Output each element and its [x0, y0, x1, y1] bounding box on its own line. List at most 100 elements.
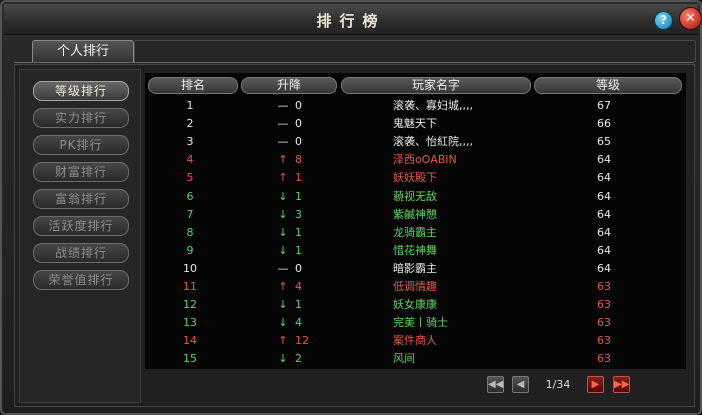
category-battle-record-button[interactable]: 战绩排行	[33, 243, 129, 263]
title-bar[interactable]: 排行榜	[4, 4, 698, 35]
category-honor-button[interactable]: 荣誉值排行	[33, 270, 129, 290]
ranking-table: 排名 升降 玩家名字 等级 1—0 滚袭、寡妇城,,,, 67 2—0 鬼魅天下 66 3—…	[145, 73, 686, 369]
rank-cell: 5	[186, 171, 194, 185]
header-level[interactable]: 等级	[534, 77, 682, 94]
table-row[interactable]: 15 ↓ 2 风间 63	[145, 350, 686, 367]
level-cell: 63	[597, 334, 611, 348]
player-name-cell: 泽西oOABIN	[393, 153, 457, 167]
header-rank[interactable]: 排名	[148, 77, 238, 94]
change-value-cell: 0	[295, 261, 302, 275]
change-arrow-icon: ↑	[278, 153, 288, 167]
table-row[interactable]: 9 ↓ 1 惜花神舞 64	[145, 242, 686, 259]
category-strength-button[interactable]: 实力排行	[33, 108, 129, 128]
category-pk-button[interactable]: PK排行	[33, 135, 129, 155]
player-name-cell: 龙骑霸主	[393, 225, 437, 239]
change-value-cell: 1	[295, 189, 302, 203]
player-name-cell: 滚袭、寡妇城,,,,	[393, 99, 473, 112]
change-value-cell: 2	[295, 352, 302, 366]
category-sidebar: 等级排行 实力排行 PK排行 财富排行 富翁排行 活跃度排行 战绩排行 荣誉值排…	[19, 69, 141, 403]
change-value-cell: 1	[295, 171, 302, 185]
tab-personal-ranking[interactable]: 个人排行	[32, 40, 134, 62]
table-row[interactable]: 7 ↓ 3 紫鹹神憩 64	[145, 206, 686, 223]
rank-cell: 3	[186, 135, 194, 149]
table-row[interactable]: 13 ↓ 4 完美丨骑士 63	[145, 314, 686, 331]
change-arrow-icon: —	[277, 135, 289, 149]
table-row[interactable]: 1 — 0 滚袭、寡妇城,,,, 67	[145, 97, 686, 114]
table-row[interactable]: 8 ↓ 1 龙骑霸主 64	[145, 224, 686, 241]
header-player-name[interactable]: 玩家名字	[341, 77, 531, 94]
next-page-button[interactable]: ▶	[587, 376, 604, 393]
level-cell: 64	[597, 207, 611, 221]
table-row[interactable]: 12 ↓ 1 妖女康康 63	[145, 296, 686, 313]
window-title: 排行榜	[316, 12, 386, 30]
change-arrow-icon: ↓	[278, 316, 288, 330]
player-name-cell: 完美丨骑士	[393, 316, 448, 330]
rank-cell: 10	[183, 261, 197, 275]
change-value-cell: 1	[295, 225, 302, 239]
rank-cell: 15	[183, 352, 197, 366]
rank-cell: 8	[186, 225, 194, 239]
rank-cell: 1	[186, 99, 194, 112]
change-arrow-icon: ↑	[278, 171, 288, 185]
player-name-cell: 紫鹹神憩	[393, 207, 437, 221]
change-arrow-icon: ↓	[278, 352, 288, 366]
close-button[interactable]: ✕	[679, 7, 702, 30]
first-page-button[interactable]: ◀◀	[487, 376, 504, 393]
table-row[interactable]: 5 ↑ 1 妖妖殿下 64	[145, 169, 686, 186]
table-row[interactable]: 6 ↓ 1 藐视无敌 64	[145, 188, 686, 205]
change-arrow-icon: ↓	[278, 298, 288, 312]
change-value-cell: 12	[295, 334, 309, 348]
table-row[interactable]: 14 ↑ 12 案件商人 63	[145, 332, 686, 349]
player-name-cell: 藐视无敌	[393, 189, 437, 203]
table-row[interactable]: 3 — 0 滚袭、怡紅院,,,, 65	[145, 133, 686, 150]
table-row[interactable]: 4 ↑ 8 泽西oOABIN 64	[145, 151, 686, 168]
player-name-cell: 暗影霸主	[393, 261, 437, 275]
category-tycoon-button[interactable]: 富翁排行	[33, 189, 129, 209]
change-arrow-icon: ↓	[278, 189, 288, 203]
change-arrow-icon: —	[277, 99, 289, 112]
category-wealth-button[interactable]: 财富排行	[33, 162, 129, 182]
player-name-cell: 妖女康康	[393, 298, 437, 312]
table-row[interactable]: 2 — 0 鬼魅天下 66	[145, 115, 686, 132]
player-name-cell: 妖妖殿下	[393, 171, 437, 185]
level-cell: 63	[597, 316, 611, 330]
level-cell: 63	[597, 352, 611, 366]
level-cell: 64	[597, 243, 611, 257]
change-arrow-icon: ↓	[278, 243, 288, 257]
last-page-button[interactable]: ▶▶	[613, 376, 630, 393]
change-value-cell: 3	[295, 207, 302, 221]
level-cell: 65	[597, 135, 611, 149]
table-row[interactable]: 10 — 0 暗影霸主 64	[145, 260, 686, 277]
level-cell: 64	[597, 171, 611, 185]
category-activity-button[interactable]: 活跃度排行	[33, 216, 129, 236]
change-value-cell: 1	[295, 298, 302, 312]
help-button[interactable]: ?	[654, 11, 673, 30]
header-change[interactable]: 升降	[241, 77, 337, 94]
level-cell: 64	[597, 225, 611, 239]
page-indicator: 1/34	[545, 378, 571, 391]
player-name-cell: 滚袭、怡紅院,,,,	[393, 135, 473, 149]
level-cell: 64	[597, 261, 611, 275]
level-cell: 67	[597, 99, 611, 112]
category-level-button[interactable]: 等级排行	[33, 81, 129, 101]
change-arrow-icon: —	[277, 261, 289, 275]
change-arrow-icon: —	[277, 117, 289, 131]
rank-cell: 13	[183, 316, 197, 330]
change-value-cell: 8	[295, 153, 302, 167]
tab-bar-empty	[134, 40, 696, 62]
change-arrow-icon: ↑	[278, 334, 288, 348]
player-name-cell: 低调情趣	[393, 280, 437, 293]
rank-cell: 7	[186, 207, 194, 221]
ranking-window: 排行榜 ? ✕ 个人排行 等级排行 实力排行 PK排行 财富排行 富翁排行 活跃…	[0, 0, 702, 415]
table-row[interactable]: 11 ↑ 4 低调情趣 63	[145, 278, 686, 295]
rank-cell: 12	[183, 298, 197, 312]
player-name-cell: 鬼魅天下	[393, 117, 437, 131]
change-arrow-icon: ↓	[278, 207, 288, 221]
prev-page-button[interactable]: ◀	[512, 376, 529, 393]
change-arrow-icon: ↑	[278, 280, 288, 293]
rank-cell: 14	[183, 334, 197, 348]
rank-cell: 2	[186, 117, 194, 131]
level-cell: 63	[597, 298, 611, 312]
rank-cell: 6	[186, 189, 194, 203]
change-value-cell: 4	[295, 280, 302, 293]
